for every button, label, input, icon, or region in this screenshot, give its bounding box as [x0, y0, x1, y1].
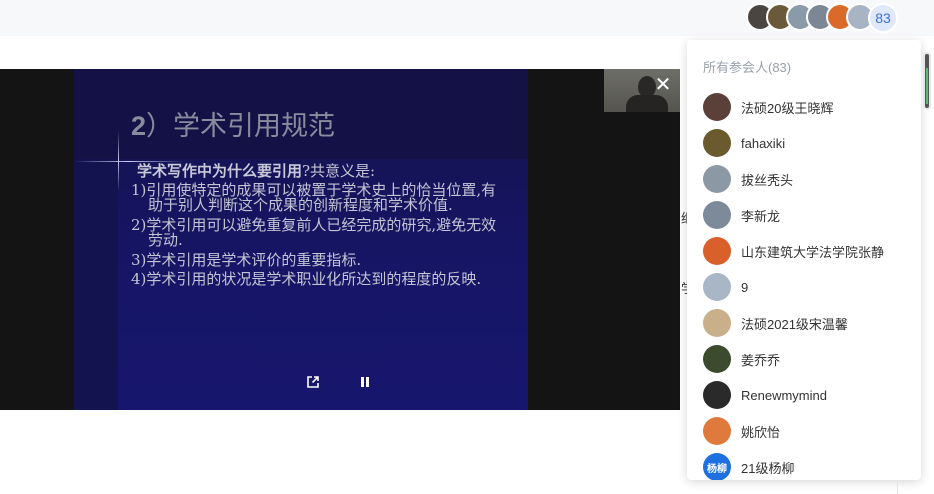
slide-body: 学术写作中为什么要引用?共意义是: 1)引用使特定的成果可以被置于学术史上的恰当… — [131, 162, 511, 292]
avatar — [703, 309, 731, 337]
participant-row[interactable]: 拔丝秃头 — [703, 161, 913, 197]
avatar — [703, 345, 731, 373]
participant-list: 法硕20级王晓辉 fahaxiki 拔丝秃头李新龙山东建筑大学法学院张静 9 法硕202… — [703, 89, 913, 480]
avatar — [703, 381, 731, 409]
slide-question: 学术写作中为什么要引用?共意义是: — [137, 162, 511, 180]
participant-name: 拔丝秃头 — [741, 172, 794, 188]
slide-title-number: 2 — [131, 111, 147, 141]
participant-name: 法硕20级王晓辉 — [741, 100, 834, 116]
scrollbar[interactable] — [923, 52, 931, 492]
participant-row[interactable]: 法硕2021级宋温馨 — [703, 305, 913, 341]
presenter-body — [626, 95, 668, 112]
scrollbar-thumb[interactable] — [923, 52, 931, 110]
popout-button[interactable] — [303, 372, 323, 392]
avatar: 杨柳 — [703, 453, 731, 480]
participant-row[interactable]: fahaxiki — [703, 125, 913, 161]
pause-icon — [361, 377, 369, 387]
avatar — [703, 165, 731, 193]
participant-row[interactable]: 杨柳 21级杨柳 — [703, 449, 913, 480]
sparkle-decoration — [74, 161, 184, 162]
participant-row[interactable]: 9 — [703, 269, 913, 305]
pause-button[interactable] — [355, 372, 375, 392]
participant-row[interactable]: 姜乔乔 — [703, 341, 913, 377]
sparkle-decoration — [118, 131, 119, 191]
participant-name: 山东建筑大学法学院张静 — [741, 244, 885, 260]
participant-name: 9 — [741, 279, 749, 295]
participant-name: Renewmymind — [741, 387, 827, 403]
screen-share-viewer: 2）学术引用规范 学术写作中为什么要引用?共意义是: 1)引用使特定的成果可以被… — [0, 69, 680, 410]
slide-list-item: 1)引用使特定的成果可以被置于学术史上的恰当位置,有助于别人判断这个成果的创新程… — [131, 180, 497, 214]
participant-name: 李新龙 — [741, 208, 781, 224]
slide-list-item: 2)学术引用可以避免重复前人已经完成的研究,避免无效劳动. — [131, 215, 497, 249]
popout-icon — [307, 376, 319, 388]
close-icon[interactable]: ✕ — [652, 75, 674, 97]
shared-slide: 2）学术引用规范 学术写作中为什么要引用?共意义是: 1)引用使特定的成果可以被… — [74, 69, 528, 410]
participant-row[interactable]: 法硕20级王晓辉 — [703, 89, 913, 125]
slide-left-band — [74, 159, 118, 410]
participant-name: 姜乔乔 — [741, 352, 781, 368]
avatar — [703, 273, 731, 301]
participants-panel: 所有参会人(83) 法硕20级王晓辉 fahaxiki 拔丝秃头李新龙山东建筑大学法… — [687, 40, 921, 480]
divider — [897, 480, 934, 494]
slide-question-rest: ?共意义是: — [302, 162, 376, 180]
avatar — [703, 417, 731, 445]
avatar — [703, 129, 731, 157]
participant-name: fahaxiki — [741, 135, 786, 151]
slide-title-text: ）学术引用规范 — [146, 111, 336, 142]
slide-question-bold: 学术写作中为什么要引用 — [137, 163, 303, 180]
participant-name: 法硕2021级宋温馨 — [741, 316, 848, 332]
avatar — [703, 201, 731, 229]
participant-name: 21级杨柳 — [741, 460, 795, 476]
participant-row[interactable]: 山东建筑大学法学院张静 — [703, 233, 913, 269]
slide-title: 2）学术引用规范 — [131, 104, 335, 143]
participant-row[interactable]: 姚欣怡 — [703, 413, 913, 449]
slide-list-item: 4)学术引用的状况是学术职业化所达到的程度的反映. — [131, 270, 482, 288]
participant-name: 姚欣怡 — [741, 424, 781, 440]
participant-row[interactable]: 李新龙 — [703, 197, 913, 233]
participants-title: 所有参会人(83) — [703, 60, 792, 75]
slide-list-item: 3)学术引用是学术评价的重要指标. — [131, 250, 362, 269]
avatar — [703, 93, 731, 121]
participant-count-badge[interactable]: 83 — [868, 3, 898, 33]
participant-avatar-stack[interactable]: 83 — [746, 3, 898, 33]
avatar — [703, 237, 731, 265]
top-bar: 83 — [0, 0, 934, 36]
participant-row[interactable]: Renewmymind — [703, 377, 913, 413]
